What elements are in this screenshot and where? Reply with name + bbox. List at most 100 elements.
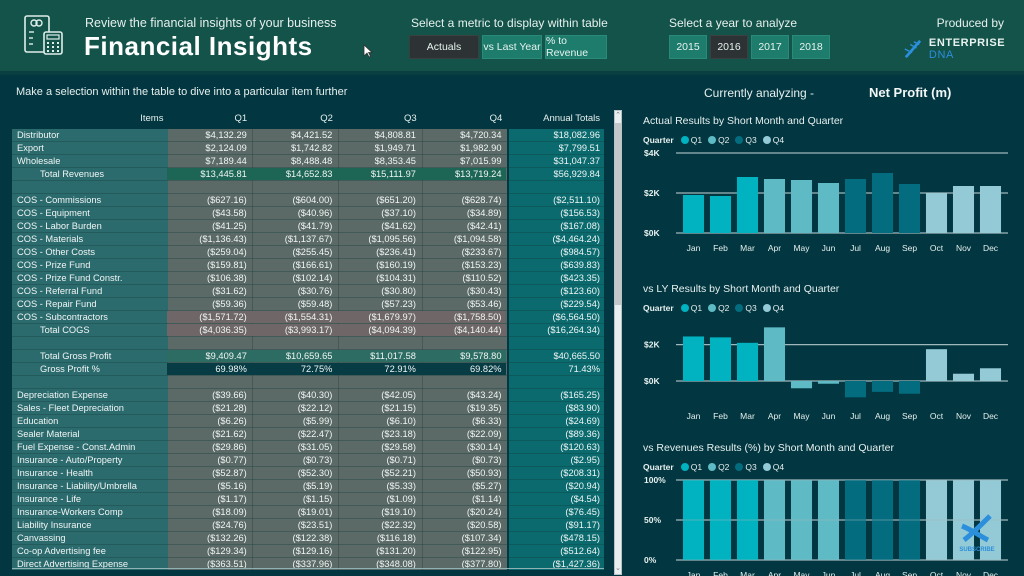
- cell-annual-total[interactable]: ($156.53): [507, 207, 604, 219]
- row-item-label[interactable]: Fuel Expense - Const.Admin: [12, 441, 167, 453]
- cell-q1[interactable]: ($43.58): [167, 207, 251, 219]
- table-row[interactable]: Depreciation Expense ($39.66) ($40.30) ($42…: [12, 389, 604, 402]
- year-2016-button[interactable]: 2016: [710, 35, 748, 59]
- row-item-label[interactable]: Export: [12, 142, 167, 154]
- legend-item-q1[interactable]: Q1: [680, 135, 702, 145]
- cell-q1[interactable]: ($0.77): [167, 454, 251, 466]
- cell-q1[interactable]: 69.98%: [167, 363, 251, 375]
- cell-q2[interactable]: ($30.76): [251, 285, 337, 297]
- row-item-label[interactable]: Distributor: [12, 129, 167, 141]
- cell-q1[interactable]: $4,132.29: [167, 129, 251, 141]
- cell-q4[interactable]: ($20.58): [420, 519, 506, 531]
- metric-actuals-button[interactable]: Actuals: [409, 35, 479, 59]
- cell-q4[interactable]: ($6.33): [420, 415, 506, 427]
- row-item-label[interactable]: Total COGS: [12, 324, 167, 336]
- header-q4[interactable]: Q4: [421, 108, 507, 128]
- cell-q2[interactable]: ($1.15): [251, 493, 337, 505]
- table-row[interactable]: COS - Commissions ($627.16) ($604.00) ($651…: [12, 194, 604, 207]
- table-row[interactable]: Education ($6.26) ($5.99) ($6.10) ($6.33) ($2…: [12, 415, 604, 428]
- cell-q1[interactable]: ($41.25): [167, 220, 251, 232]
- header-q3[interactable]: Q3: [337, 108, 421, 128]
- scrollbar-thumb[interactable]: [615, 123, 621, 305]
- cell-q2[interactable]: 72.75%: [250, 363, 337, 375]
- cell-q4[interactable]: ($53.46): [420, 298, 506, 310]
- cell-q4[interactable]: ($0.73): [420, 454, 506, 466]
- scroll-up-icon[interactable]: ⌃: [615, 111, 621, 121]
- cell-q3[interactable]: ($104.31): [336, 272, 420, 284]
- cell-q4[interactable]: ($43.24): [420, 389, 506, 401]
- cell-annual-total[interactable]: ($2,511.10): [507, 194, 604, 206]
- bar-jan[interactable]: [682, 195, 705, 233]
- cell-q3[interactable]: $8,353.45: [336, 155, 420, 167]
- cell-q4[interactable]: 69.82%: [419, 363, 506, 375]
- year-2015-button[interactable]: 2015: [669, 35, 707, 59]
- cell-q4[interactable]: ($1.14): [420, 493, 506, 505]
- cell-q2[interactable]: ($122.38): [251, 532, 337, 544]
- table-row[interactable]: Export $2,124.09 $1,742.82 $1,949.71 $1,982.…: [12, 142, 604, 155]
- metric-pct-to-revenue-button[interactable]: % to Revenue: [545, 35, 607, 59]
- bar-may[interactable]: [790, 381, 813, 389]
- bar-dec[interactable]: [979, 186, 1002, 233]
- cell-annual-total[interactable]: $7,799.51: [507, 142, 604, 154]
- cell-q4[interactable]: ($110.52): [420, 272, 506, 284]
- cell-q3[interactable]: ($52.21): [336, 467, 420, 479]
- cell-q1[interactable]: ($1,136.43): [167, 233, 251, 245]
- bar-jul[interactable]: [844, 381, 867, 398]
- cell-q2[interactable]: ($22.12): [251, 402, 337, 414]
- row-item-label[interactable]: COS - Subcontractors: [12, 311, 167, 323]
- cell-q1[interactable]: ($59.36): [167, 298, 251, 310]
- cell-q3[interactable]: [336, 181, 420, 193]
- bar-jul[interactable]: [844, 179, 867, 233]
- cell-q4[interactable]: ($22.09): [420, 428, 506, 440]
- legend-item-q2[interactable]: Q2: [708, 303, 729, 313]
- cell-q2[interactable]: ($5.19): [251, 480, 337, 492]
- row-item-label[interactable]: Insurance - Liability/Umbrella: [12, 480, 167, 492]
- cell-q3[interactable]: ($6.10): [336, 415, 420, 427]
- cell-q4[interactable]: ($30.14): [420, 441, 506, 453]
- cell-q2[interactable]: ($40.30): [251, 389, 337, 401]
- table-row[interactable]: Distributor $4,132.29 $4,421.52 $4,808.81 $4…: [12, 129, 604, 142]
- header-q2[interactable]: Q2: [251, 108, 337, 128]
- row-item-label[interactable]: COS - Other Costs: [12, 246, 167, 258]
- cell-q2[interactable]: ($166.61): [251, 259, 337, 271]
- cell-q2[interactable]: $8,488.48: [251, 155, 337, 167]
- cell-q3[interactable]: ($19.10): [336, 506, 420, 518]
- bar-aug[interactable]: [871, 381, 894, 392]
- cell-q3[interactable]: ($41.62): [336, 220, 420, 232]
- cell-q2[interactable]: ($5.99): [251, 415, 337, 427]
- row-item-label[interactable]: Depreciation Expense: [12, 389, 167, 401]
- table-row[interactable]: Insurance - Liability/Umbrella ($5.16) ($5…: [12, 480, 604, 493]
- table-row[interactable]: COS - Prize Fund Constr. ($106.38) ($102.1…: [12, 272, 604, 285]
- legend-item-q3[interactable]: Q3: [735, 303, 757, 313]
- cell-q4[interactable]: ($153.23): [420, 259, 506, 271]
- row-item-label[interactable]: COS - Referral Fund: [12, 285, 167, 297]
- cell-q4[interactable]: $13,719.24: [419, 168, 506, 180]
- cell-q4[interactable]: ($34.89): [420, 207, 506, 219]
- table-row[interactable]: COS - Prize Fund ($159.81) ($166.61) ($160.…: [12, 259, 604, 272]
- cell-q2[interactable]: ($255.45): [251, 246, 337, 258]
- table-row[interactable]: Insurance - Health ($52.87) ($52.30) ($52.2…: [12, 467, 604, 480]
- row-item-label[interactable]: COS - Prize Fund: [12, 259, 167, 271]
- table-row[interactable]: Total Gross Profit $9,409.47 $10,659.65 $11…: [12, 350, 604, 363]
- cell-q3[interactable]: ($23.18): [336, 428, 420, 440]
- cell-q4[interactable]: [420, 376, 506, 388]
- scroll-down-icon[interactable]: ⌄: [615, 564, 621, 574]
- cell-q2[interactable]: ($102.14): [251, 272, 337, 284]
- cell-q4[interactable]: $1,982.90: [420, 142, 506, 154]
- cell-annual-total[interactable]: ($4,464.24): [507, 233, 604, 245]
- cell-annual-total[interactable]: ($478.15): [507, 532, 604, 544]
- cell-q3[interactable]: 72.91%: [336, 363, 420, 375]
- row-item-label[interactable]: Canvassing: [12, 532, 167, 544]
- cell-q2[interactable]: $14,652.83: [250, 168, 337, 180]
- cell-q2[interactable]: $1,742.82: [251, 142, 337, 154]
- cell-q1[interactable]: ($52.87): [167, 467, 251, 479]
- cell-q3[interactable]: ($131.20): [336, 545, 420, 557]
- cell-annual-total[interactable]: ($423.35): [507, 272, 604, 284]
- year-2018-button[interactable]: 2018: [792, 35, 830, 59]
- table-row[interactable]: COS - Labor Burden ($41.25) ($41.79) ($41.6…: [12, 220, 604, 233]
- cell-q2[interactable]: ($1,137.67): [251, 233, 337, 245]
- cell-q4[interactable]: [420, 337, 506, 349]
- table-row[interactable]: COS - Referral Fund ($31.62) ($30.76) ($30.…: [12, 285, 604, 298]
- row-item-label[interactable]: Total Gross Profit: [12, 350, 167, 362]
- cell-q3[interactable]: ($5.33): [336, 480, 420, 492]
